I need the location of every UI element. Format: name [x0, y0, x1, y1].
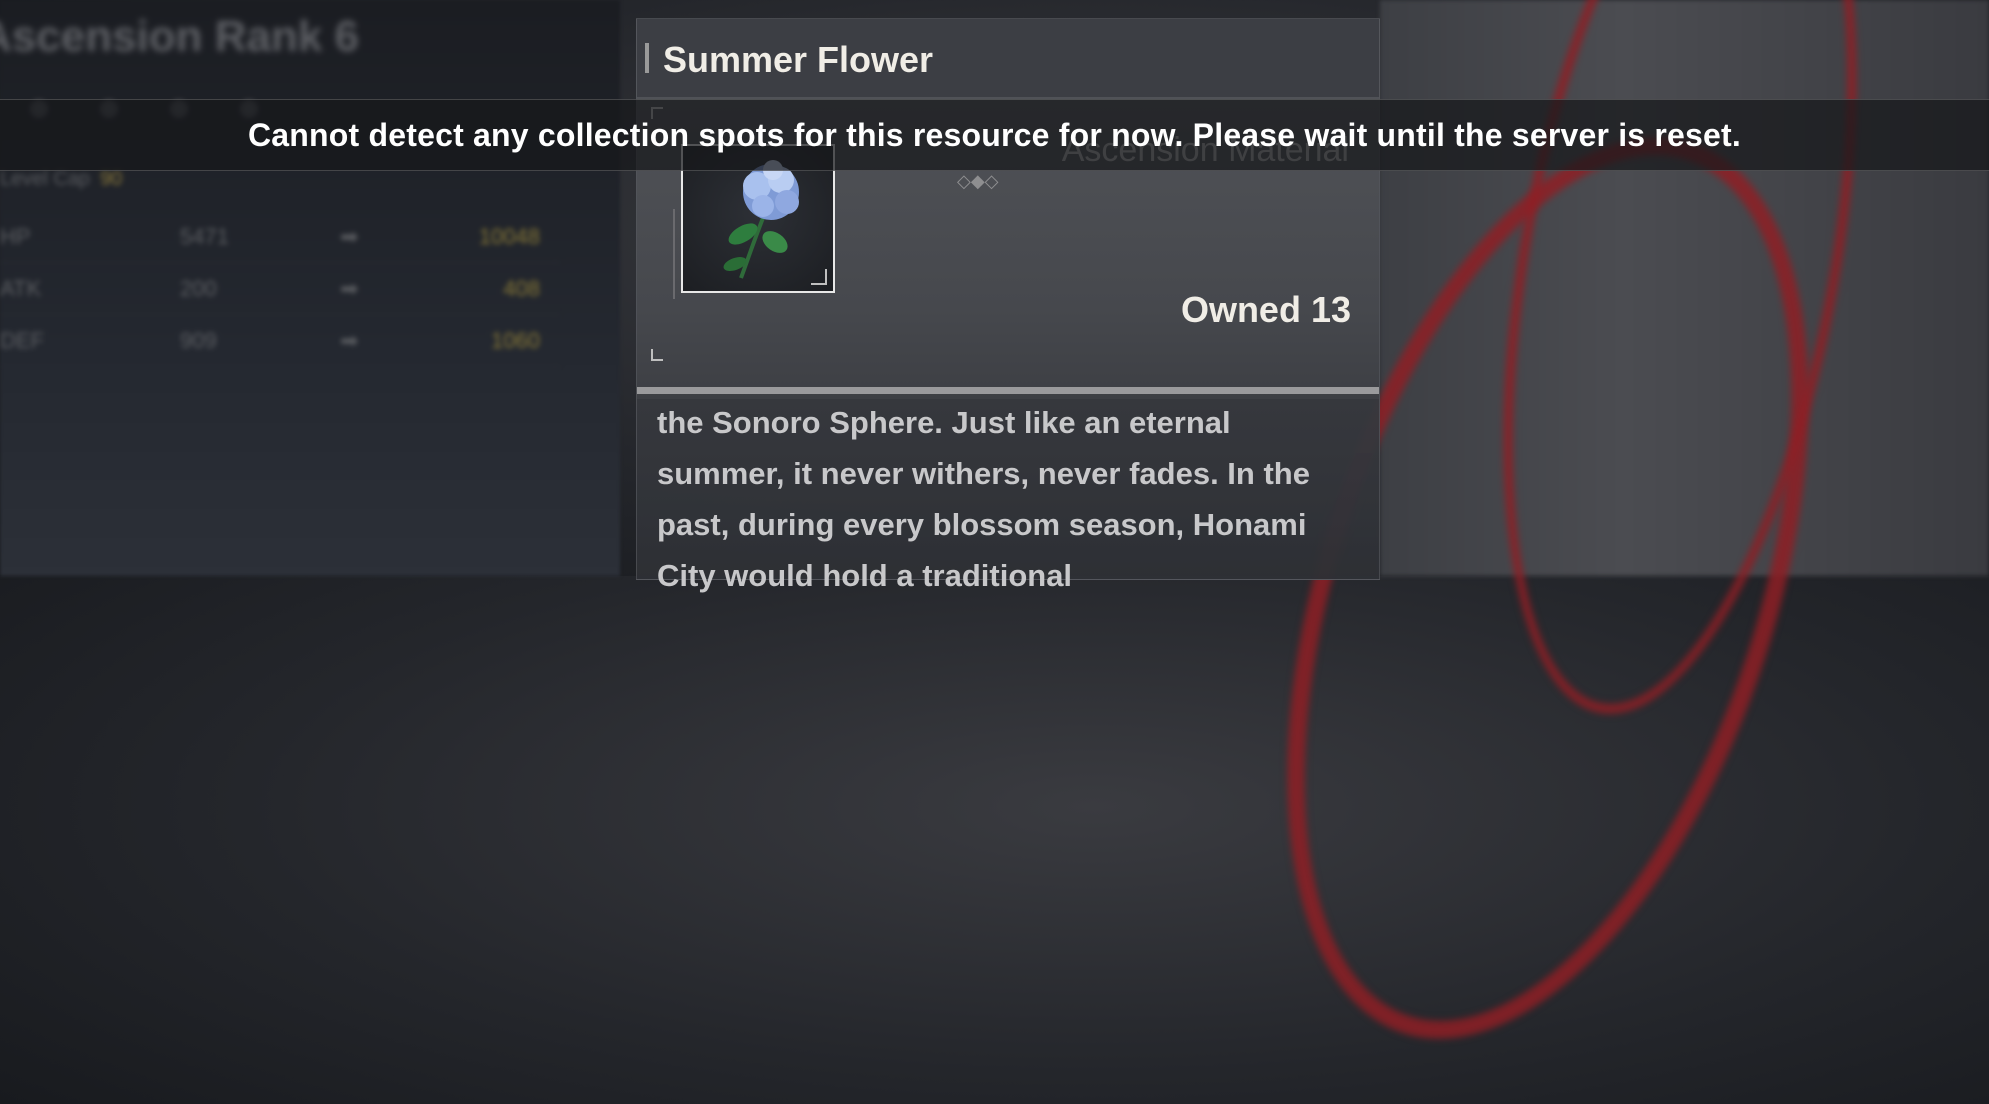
bg-arrow-icon: ➡ [340, 224, 359, 249]
bg-stat-row: DEF 909 ➡ 1060 [0, 314, 560, 367]
bg-stat-from: 909 [180, 328, 217, 353]
bg-level-cap: Level Cap 90 [0, 168, 122, 191]
title-accent-bar [645, 43, 649, 73]
corner-decoration [651, 349, 663, 361]
bg-level-cap-label: Level Cap [0, 168, 91, 190]
bg-stat-to: 408 [503, 276, 540, 301]
bg-stat-to: 10048 [478, 224, 540, 249]
item-description[interactable]: the Sonoro Sphere. Just like an eternal … [657, 397, 1357, 601]
bg-stat-name: DEF [0, 328, 44, 353]
corner-decoration [811, 269, 827, 285]
bg-stat-row: HP 5471 ➡ 10048 [0, 210, 560, 263]
toast-message: Cannot detect any collection spots for t… [248, 116, 1741, 153]
bg-stat-name: ATK [0, 276, 42, 301]
bg-stat-from: 200 [180, 276, 217, 301]
bg-ascension-title: Ascension Rank 6 [0, 12, 360, 61]
bg-arrow-icon: ➡ [340, 276, 359, 301]
bg-level-cap-value: 90 [100, 168, 123, 190]
section-divider [637, 387, 1379, 394]
item-name: Summer Flower [663, 39, 934, 80]
bg-stat-name: HP [0, 224, 31, 249]
bg-stat-to: 1060 [491, 328, 540, 353]
owned-count: Owned 13 [1180, 289, 1351, 330]
bg-arrow-icon: ➡ [340, 328, 359, 353]
toast-notification: Cannot detect any collection spots for t… [0, 99, 1989, 171]
item-header: Summer Flower [637, 19, 1379, 97]
bg-stat-from: 5471 [180, 224, 229, 249]
bg-stat-row: ATK 200 ➡ 408 [0, 262, 560, 315]
ornament-icon: ◇◆◇ [957, 171, 999, 191]
background-left-panel: Ascension Rank 6 Level Cap 90 HP 5471 ➡ 1… [0, 0, 620, 576]
background-right [1186, 0, 1989, 1104]
